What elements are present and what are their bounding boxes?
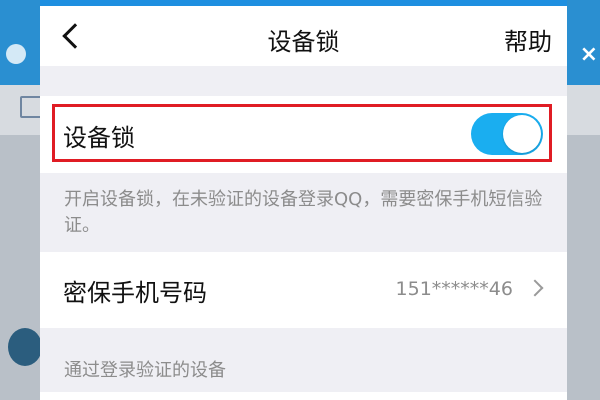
security-phone-label: 密保手机号码 bbox=[63, 279, 207, 307]
toggle-knob bbox=[503, 115, 541, 153]
device-lock-row: 设备锁 bbox=[40, 96, 567, 173]
verified-devices-label: 通过登录验证的设备 bbox=[64, 360, 226, 381]
device-lock-hint: 开启设备锁，在未验证的设备登录QQ，需要密保手机短信验证。 bbox=[64, 189, 543, 236]
device-lock-toggle[interactable] bbox=[471, 113, 543, 155]
help-button[interactable]: 帮助 bbox=[504, 22, 552, 57]
device-lock-screen: 设备锁 帮助 设备锁 开启设备锁，在未验证的设备登录QQ，需要密保手机短信验证。… bbox=[40, 0, 567, 400]
security-phone-value: 151******46 bbox=[395, 278, 513, 300]
security-phone-row[interactable]: 密保手机号码 151******46 bbox=[40, 252, 567, 328]
background-close-icon: × bbox=[579, 42, 598, 67]
page-title: 设备锁 bbox=[267, 28, 340, 56]
background-avatar bbox=[8, 328, 42, 366]
background-qq-icon bbox=[6, 44, 26, 64]
nav-bar: 设备锁 帮助 bbox=[40, 6, 567, 66]
device-lock-label: 设备锁 bbox=[63, 124, 135, 152]
chevron-right-icon bbox=[526, 279, 544, 297]
verified-devices-row bbox=[40, 392, 567, 400]
